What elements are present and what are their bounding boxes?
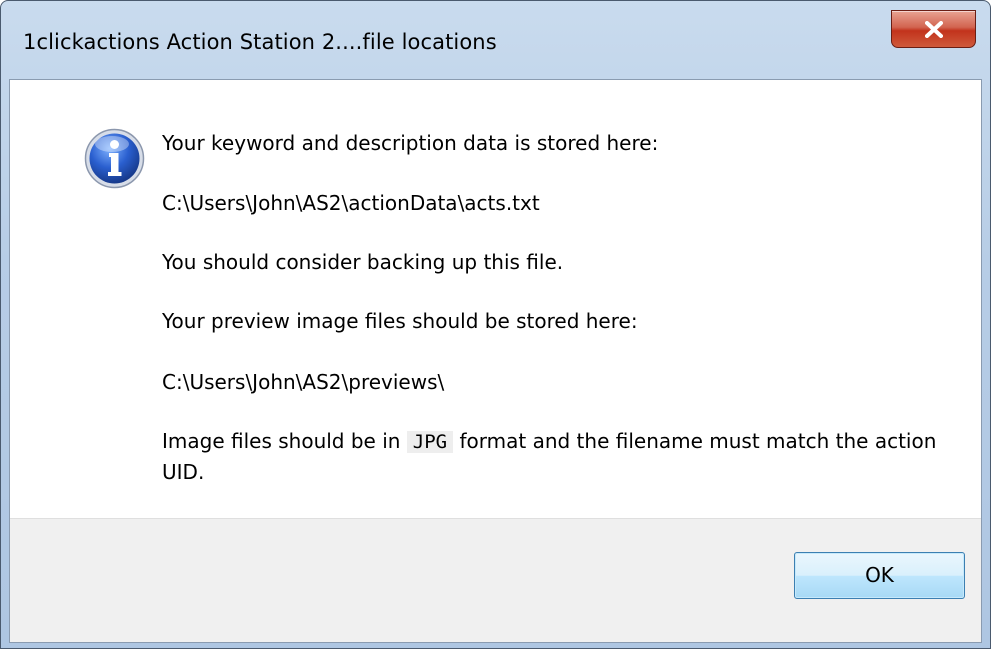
info-icon: [83, 127, 146, 190]
previews-folder-path: C:\Users\John\AS2\previews\: [162, 370, 445, 394]
jpg-format-label: JPG: [406, 431, 454, 453]
message-line-6-prefix: Image files should be in: [162, 429, 401, 453]
ok-button[interactable]: OK: [794, 552, 965, 599]
window-title: 1clickactions Action Station 2....file l…: [23, 30, 497, 54]
dialog-content: Your keyword and description data is sto…: [9, 79, 982, 643]
button-bar: OK: [10, 518, 981, 642]
message-line-6: Image files should be in JPG format and …: [162, 426, 942, 487]
data-file-path: C:\Users\John\AS2\actionData\acts.txt: [162, 191, 540, 215]
message-line-1: Your keyword and description data is sto…: [162, 131, 659, 155]
close-icon: [925, 21, 943, 38]
dialog-window: 1clickactions Action Station 2....file l…: [0, 0, 991, 649]
message-line-4: Your preview image files should be store…: [162, 309, 638, 333]
message-line-3: You should consider backing up this file…: [162, 250, 564, 274]
close-button[interactable]: [891, 10, 976, 48]
title-bar[interactable]: 1clickactions Action Station 2....file l…: [1, 1, 990, 79]
